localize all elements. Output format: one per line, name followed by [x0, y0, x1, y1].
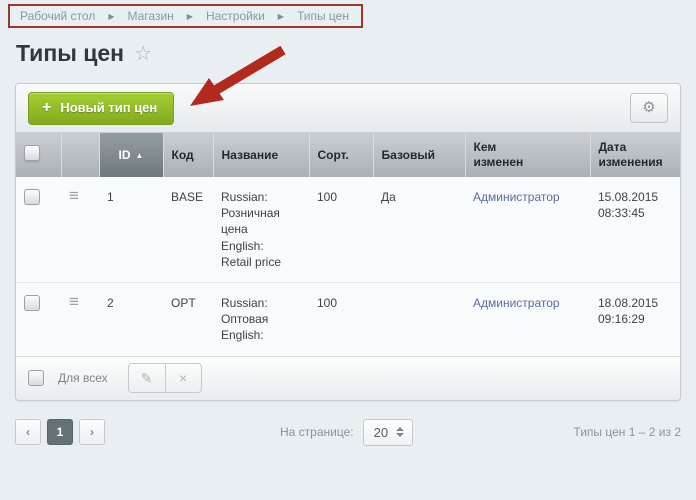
- for-all-label: Для всех: [58, 371, 108, 385]
- cell-code: BASE: [163, 177, 213, 282]
- new-price-type-label: Новый тип цен: [60, 100, 157, 115]
- grid-settings-button[interactable]: ⚙: [630, 93, 668, 123]
- row-select-cell: [16, 282, 61, 355]
- column-header-name[interactable]: Название: [213, 133, 309, 177]
- breadcrumb-separator-icon: ▶: [278, 12, 284, 21]
- row-menu-cell: ≡: [61, 282, 99, 355]
- per-page-label: На странице:: [280, 425, 354, 439]
- column-header-id-label: ID: [119, 148, 131, 162]
- cell-sort: 100: [309, 177, 373, 282]
- per-page-select[interactable]: 20: [363, 419, 413, 446]
- bulk-delete-button[interactable]: ×: [165, 364, 201, 392]
- modified-by-link[interactable]: Администратор: [473, 296, 560, 310]
- new-price-type-button[interactable]: + Новый тип цен: [28, 92, 174, 125]
- spinner-arrows-icon: [396, 427, 404, 437]
- header-select-all-cell: [16, 133, 61, 177]
- bulk-actions-group: ✎ ×: [128, 363, 202, 393]
- grid-toolbar: + Новый тип цен ⚙: [16, 84, 680, 133]
- price-types-table: ID ▲ Код Название Сорт. Базовый Кем измен…: [16, 133, 680, 356]
- row-select-cell: [16, 177, 61, 282]
- breadcrumb-item-shop[interactable]: Магазин: [127, 9, 173, 23]
- table-row: ≡ 2 OPT Russian: Оптовая English: 100 Ад…: [16, 282, 680, 355]
- column-header-base[interactable]: Базовый: [373, 133, 465, 177]
- sort-ascending-icon: ▲: [136, 151, 144, 160]
- row-menu-icon[interactable]: ≡: [69, 186, 79, 205]
- breadcrumb: Рабочий стол ▶ Магазин ▶ Настройки ▶ Тип…: [8, 4, 363, 28]
- pagination-row: ‹ 1 › На странице: 20 Типы цен 1 – 2 из …: [15, 419, 681, 446]
- per-page-value: 20: [374, 425, 388, 440]
- breadcrumb-area: Рабочий стол ▶ Магазин ▶ Настройки ▶ Тип…: [0, 0, 696, 28]
- cell-name: Russian: Розничная цена English: Retail …: [213, 177, 309, 282]
- cell-id: 1: [99, 177, 163, 282]
- select-all-footer-checkbox[interactable]: [28, 370, 44, 386]
- bulk-edit-button[interactable]: ✎: [129, 364, 165, 392]
- cell-name: Russian: Оптовая English:: [213, 282, 309, 355]
- column-header-id[interactable]: ID ▲: [99, 133, 163, 177]
- column-header-sort[interactable]: Сорт.: [309, 133, 373, 177]
- breadcrumb-item-price-types[interactable]: Типы цен: [297, 9, 349, 23]
- page-title: Типы цен: [16, 40, 124, 67]
- cell-base: Да: [373, 177, 465, 282]
- table-header-row: ID ▲ Код Название Сорт. Базовый Кем измен…: [16, 133, 680, 177]
- row-checkbox[interactable]: [24, 189, 40, 205]
- breadcrumb-item-settings[interactable]: Настройки: [206, 9, 265, 23]
- cell-modified-by: Администратор: [465, 282, 590, 355]
- row-menu-cell: ≡: [61, 177, 99, 282]
- pencil-icon: ✎: [141, 370, 153, 386]
- prev-page-button[interactable]: ‹: [15, 419, 41, 445]
- column-header-modified-by[interactable]: Кем изменен: [465, 133, 590, 177]
- row-checkbox[interactable]: [24, 295, 40, 311]
- cell-id: 2: [99, 282, 163, 355]
- title-row: Типы цен ☆: [16, 40, 696, 67]
- favorite-star-icon[interactable]: ☆: [134, 44, 152, 64]
- column-header-modified-at[interactable]: Дата изменения: [590, 133, 680, 177]
- modified-by-link[interactable]: Администратор: [473, 190, 560, 204]
- cell-sort: 100: [309, 282, 373, 355]
- gear-icon: ⚙: [642, 99, 655, 116]
- cell-code: OPT: [163, 282, 213, 355]
- page-1-button[interactable]: 1: [47, 419, 73, 445]
- breadcrumb-separator-icon: ▶: [108, 12, 114, 21]
- breadcrumb-separator-icon: ▶: [187, 12, 193, 21]
- price-types-grid: + Новый тип цен ⚙ ID ▲ Код Название Сорт.…: [15, 83, 681, 401]
- cell-modified-at: 18.08.2015 09:16:29: [590, 282, 680, 355]
- table-row: ≡ 1 BASE Russian: Розничная цена English…: [16, 177, 680, 282]
- next-page-button[interactable]: ›: [79, 419, 105, 445]
- plus-icon: +: [42, 100, 51, 116]
- select-all-checkbox[interactable]: [24, 145, 40, 161]
- column-header-code[interactable]: Код: [163, 133, 213, 177]
- close-icon: ×: [179, 370, 187, 386]
- cell-modified-at: 15.08.2015 08:33:45: [590, 177, 680, 282]
- breadcrumb-item-desktop[interactable]: Рабочий стол: [20, 9, 95, 23]
- row-menu-icon[interactable]: ≡: [69, 292, 79, 311]
- pager: ‹ 1 ›: [15, 419, 105, 445]
- per-page-control: На странице: 20: [280, 419, 413, 446]
- cell-modified-by: Администратор: [465, 177, 590, 282]
- header-menu-cell: [61, 133, 99, 177]
- grid-footer: Для всех ✎ ×: [16, 356, 680, 400]
- rows-count-summary: Типы цен 1 – 2 из 2: [573, 425, 681, 439]
- cell-base: [373, 282, 465, 355]
